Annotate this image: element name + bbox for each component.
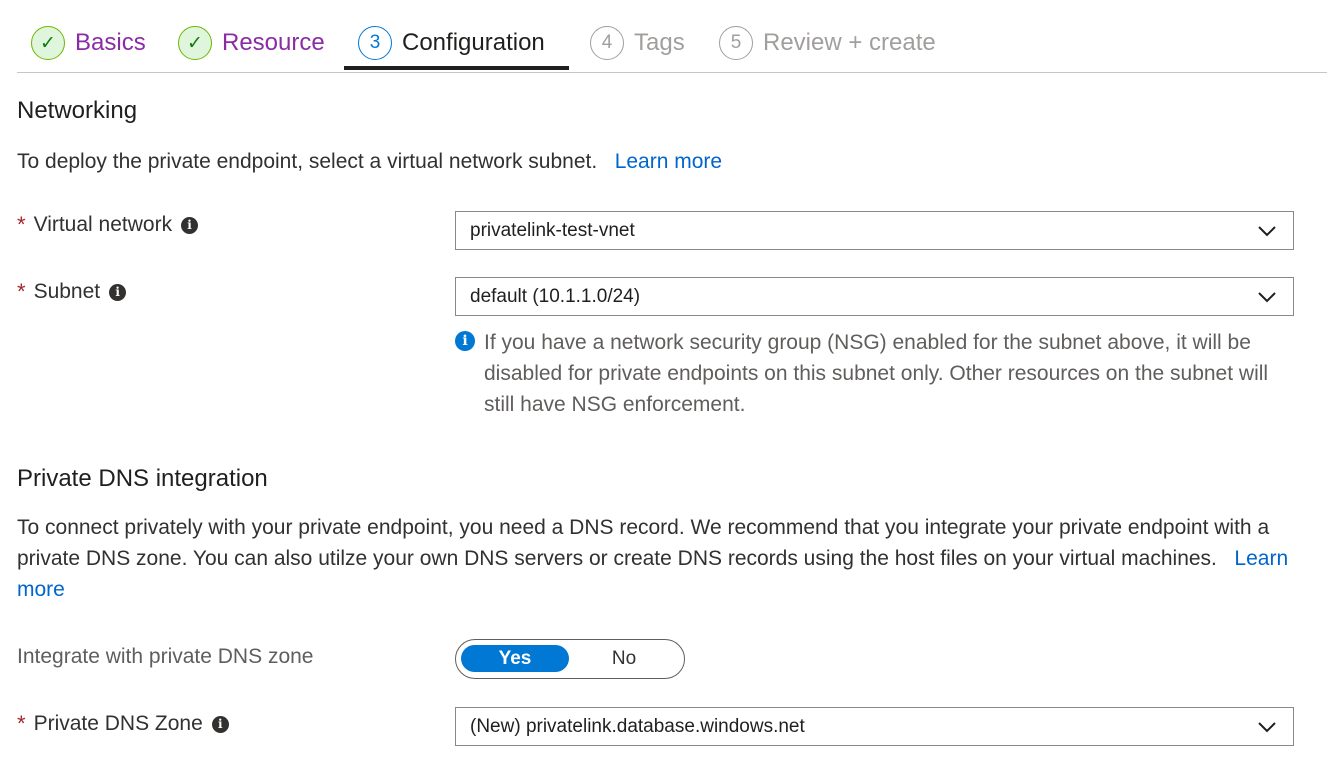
integrate-dns-label: Integrate with private DNS zone xyxy=(17,645,313,669)
tab-label: Review + create xyxy=(763,29,936,56)
private-dns-zone-label-text: Private DNS Zone xyxy=(33,712,203,735)
subnet-label-text: Subnet xyxy=(33,280,101,303)
tab-review-create[interactable]: 5 Review + create xyxy=(719,23,936,63)
check-icon: ✓ xyxy=(178,26,212,60)
active-tab-indicator xyxy=(344,66,569,70)
tab-resource[interactable]: ✓ Resource xyxy=(178,23,325,63)
tab-tags[interactable]: 4 Tags xyxy=(590,23,685,63)
tab-label: Configuration xyxy=(402,29,545,56)
networking-description: To deploy the private endpoint, select a… xyxy=(17,146,722,177)
chevron-down-icon xyxy=(1258,722,1276,733)
subnet-dropdown[interactable]: default (10.1.1.0/24) xyxy=(455,277,1294,316)
info-icon: i xyxy=(455,331,475,351)
info-icon[interactable]: i xyxy=(181,216,199,234)
networking-description-text: To deploy the private endpoint, select a… xyxy=(17,150,598,173)
integrate-dns-label-text: Integrate with private DNS zone xyxy=(17,645,314,668)
private-dns-zone-dropdown[interactable]: (New) privatelink.database.windows.net xyxy=(455,707,1294,746)
step-number-icon: 5 xyxy=(719,26,753,60)
required-asterisk: * xyxy=(17,711,26,736)
required-asterisk: * xyxy=(17,212,26,237)
private-dns-zone-label: * Private DNS Zone i xyxy=(17,711,229,737)
chevron-down-icon xyxy=(1258,292,1276,303)
tab-label: Basics xyxy=(75,29,146,56)
toggle-no-option[interactable]: No xyxy=(569,645,679,672)
nsg-info-text: If you have a network security group (NS… xyxy=(484,331,1269,416)
tab-configuration[interactable]: 3 Configuration xyxy=(358,23,545,63)
virtual-network-label: * Virtual network i xyxy=(17,212,199,238)
integrate-dns-toggle[interactable]: Yes No xyxy=(455,639,685,679)
step-number-icon: 4 xyxy=(590,26,624,60)
virtual-network-dropdown[interactable]: privatelink-test-vnet xyxy=(455,211,1294,250)
dns-description: To connect privately with your private e… xyxy=(17,512,1307,605)
private-endpoint-configuration-page: ✓ Basics ✓ Resource 3 Configuration 4 Ta… xyxy=(0,0,1327,762)
chevron-down-icon xyxy=(1258,226,1276,237)
tab-label: Resource xyxy=(222,29,325,56)
check-icon: ✓ xyxy=(31,26,65,60)
subnet-value: default (10.1.1.0/24) xyxy=(470,285,641,307)
networking-learn-more-link[interactable]: Learn more xyxy=(615,150,722,173)
required-asterisk: * xyxy=(17,279,26,304)
subnet-label: * Subnet i xyxy=(17,279,127,305)
tab-label: Tags xyxy=(634,29,685,56)
wizard-tabs: ✓ Basics ✓ Resource 3 Configuration 4 Ta… xyxy=(17,0,1327,73)
info-icon[interactable]: i xyxy=(109,283,127,301)
step-number-icon: 3 xyxy=(358,26,392,60)
toggle-yes-option[interactable]: Yes xyxy=(461,645,569,672)
virtual-network-value: privatelink-test-vnet xyxy=(470,219,635,241)
dns-heading: Private DNS integration xyxy=(17,465,268,492)
virtual-network-label-text: Virtual network xyxy=(33,213,173,236)
private-dns-zone-value: (New) privatelink.database.windows.net xyxy=(470,715,805,737)
dns-description-text: To connect privately with your private e… xyxy=(17,516,1270,570)
nsg-info-note: i If you have a network security group (… xyxy=(455,327,1285,420)
networking-heading: Networking xyxy=(17,97,138,124)
info-icon[interactable]: i xyxy=(211,715,229,733)
tab-basics[interactable]: ✓ Basics xyxy=(31,23,146,63)
